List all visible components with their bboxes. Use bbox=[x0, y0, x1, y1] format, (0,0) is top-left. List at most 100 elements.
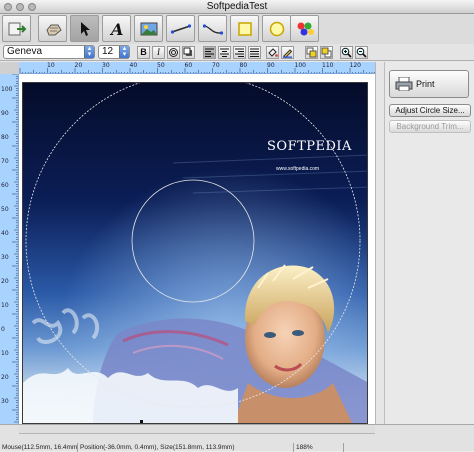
canvas-area[interactable]: SOFTPEDIA www.softpedia.com bbox=[19, 74, 375, 424]
background-trim-button[interactable]: Background Trim... bbox=[389, 120, 471, 133]
title-bar: SoftpediaTest bbox=[0, 0, 474, 14]
import-button[interactable] bbox=[2, 15, 31, 42]
format-bar: Geneva ▴ ▾ 12 ▴ ▾ B I bbox=[0, 44, 474, 61]
close-window-button[interactable] bbox=[4, 3, 12, 11]
rectangle-tool-icon bbox=[237, 21, 252, 36]
text-tool-button[interactable]: A bbox=[102, 15, 131, 42]
v-ruler-label: 90 bbox=[1, 110, 9, 117]
text-tool-icon: A bbox=[109, 20, 123, 38]
h-ruler-label: 30 bbox=[102, 62, 110, 69]
zoom-out-icon bbox=[356, 47, 367, 58]
v-ruler-label: 70 bbox=[1, 158, 9, 165]
h-ruler-label: 110 bbox=[322, 62, 334, 69]
v-ruler-label: 10 bbox=[1, 302, 9, 309]
print-button[interactable]: Print bbox=[389, 70, 469, 98]
h-ruler-label: 70 bbox=[212, 62, 220, 69]
h-ruler-label: 100 bbox=[294, 62, 306, 69]
send-backward-icon bbox=[321, 47, 332, 58]
app-window: SoftpediaTest A Geneva ▴ ▾ 12 ▴ ▾ B I 10… bbox=[0, 0, 474, 452]
color-palette-icon bbox=[297, 22, 314, 35]
chevron-updown-icon: ▴ ▾ bbox=[119, 45, 129, 58]
hand-cursor-icon bbox=[45, 24, 62, 35]
shadow-style-button[interactable] bbox=[182, 46, 195, 59]
h-ruler-label: 10 bbox=[47, 62, 55, 69]
curve-tool-icon bbox=[202, 23, 223, 35]
zoom-out-button[interactable] bbox=[355, 46, 368, 59]
h-ruler-label: 50 bbox=[157, 62, 165, 69]
ruler-ticks bbox=[12, 74, 18, 423]
chevron-updown-icon: ▴ ▾ bbox=[84, 45, 94, 58]
align-right-button[interactable] bbox=[233, 46, 246, 59]
send-backward-button[interactable] bbox=[320, 46, 333, 59]
font-size-value: 12 bbox=[102, 46, 114, 57]
circle-tool-icon bbox=[269, 21, 284, 36]
image-tool-button[interactable] bbox=[134, 15, 163, 42]
paint-bucket-icon bbox=[268, 48, 278, 57]
vertical-ruler: 100 90 80 70 60 50 40 30 20 10 0 10 20 30 bbox=[0, 74, 19, 424]
outline-icon bbox=[169, 48, 178, 57]
align-left-button[interactable] bbox=[203, 46, 216, 59]
font-family-select[interactable]: Geneva ▴ ▾ bbox=[3, 45, 95, 59]
svg-text:A: A bbox=[109, 20, 123, 38]
v-ruler-label: 20 bbox=[1, 278, 9, 285]
font-family-value: Geneva bbox=[7, 46, 43, 57]
line-tool-button[interactable] bbox=[166, 15, 195, 42]
align-justify-icon bbox=[250, 48, 259, 57]
h-ruler-label: 40 bbox=[129, 62, 138, 69]
circle-tool-button[interactable] bbox=[262, 15, 291, 42]
v-ruler-label: 30 bbox=[1, 254, 9, 261]
bring-forward-button[interactable] bbox=[305, 46, 318, 59]
h-ruler-label: 60 bbox=[184, 62, 193, 69]
h-ruler-label: 90 bbox=[267, 62, 275, 69]
rectangle-tool-button[interactable] bbox=[230, 15, 259, 42]
h-ruler-label: 120 bbox=[349, 62, 361, 69]
font-size-select[interactable]: 12 ▴ ▾ bbox=[98, 45, 130, 59]
brand-url: www.softpedia.com bbox=[276, 166, 320, 172]
bring-forward-icon bbox=[306, 47, 317, 58]
color-palette-button[interactable] bbox=[290, 15, 319, 42]
align-center-icon bbox=[220, 48, 229, 57]
pencil-icon bbox=[283, 49, 293, 59]
cd-label-artwork[interactable]: SOFTPEDIA www.softpedia.com bbox=[22, 82, 368, 424]
status-bar: Mouse(112.5mm, 16.4mm) Position(-36.0mm,… bbox=[0, 424, 474, 452]
bold-button[interactable]: B bbox=[137, 46, 150, 59]
image-tool-icon bbox=[140, 22, 157, 35]
fill-color-button[interactable] bbox=[266, 46, 279, 59]
ruler-corner bbox=[0, 62, 19, 74]
side-panel: Print Adjust Circle Size... Background T… bbox=[384, 62, 474, 424]
v-ruler-label: 10 bbox=[1, 350, 9, 357]
minimize-window-button[interactable] bbox=[16, 3, 24, 11]
v-ruler-label: 60 bbox=[1, 182, 9, 189]
v-ruler-label: 100 bbox=[1, 86, 13, 93]
zoom-window-button[interactable] bbox=[28, 3, 36, 11]
align-center-button[interactable] bbox=[218, 46, 231, 59]
align-right-icon bbox=[235, 48, 244, 57]
import-arrow-icon bbox=[8, 22, 26, 35]
outline-style-button[interactable] bbox=[167, 46, 180, 59]
artwork-graphics bbox=[23, 83, 367, 423]
align-justify-button[interactable] bbox=[248, 46, 261, 59]
adjust-circle-size-button[interactable]: Adjust Circle Size... bbox=[389, 104, 471, 117]
horizontal-scrollbar[interactable] bbox=[19, 425, 375, 434]
zoom-in-button[interactable] bbox=[340, 46, 353, 59]
printer-icon bbox=[395, 77, 413, 91]
v-ruler-label: 50 bbox=[1, 206, 9, 213]
print-label: Print bbox=[416, 79, 435, 89]
line-color-button[interactable] bbox=[281, 46, 294, 59]
zoom-in-icon bbox=[341, 47, 352, 58]
vertical-scrollbar[interactable] bbox=[375, 62, 384, 424]
toolbar: A bbox=[0, 14, 474, 44]
align-left-icon bbox=[205, 48, 214, 57]
selection-handle[interactable] bbox=[140, 420, 143, 423]
line-tool-icon bbox=[170, 23, 191, 34]
select-tool-button[interactable] bbox=[70, 15, 99, 42]
window-title: SoftpediaTest bbox=[206, 1, 268, 12]
brand-text: SOFTPEDIA bbox=[267, 139, 352, 154]
italic-button[interactable]: I bbox=[152, 46, 165, 59]
v-ruler-label: 0 bbox=[1, 326, 5, 333]
curve-tool-button[interactable] bbox=[198, 15, 227, 42]
v-ruler-label: 40 bbox=[1, 230, 9, 237]
h-ruler-label: 20 bbox=[74, 62, 83, 69]
hand-tool-button[interactable] bbox=[38, 15, 67, 42]
v-ruler-label: 30 bbox=[1, 398, 9, 405]
